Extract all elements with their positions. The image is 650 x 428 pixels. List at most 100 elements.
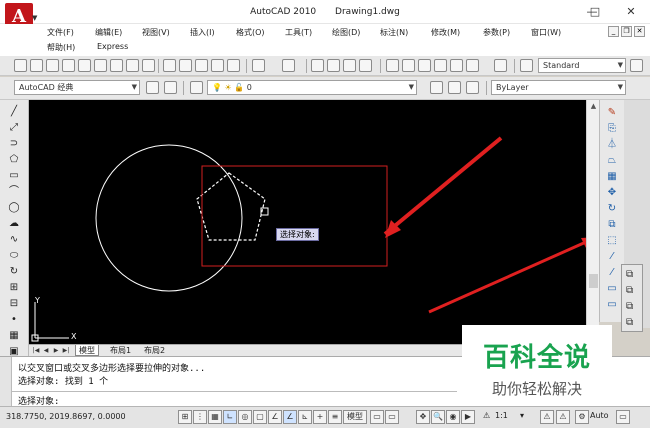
doc-restore-button[interactable]: ❐ — [621, 26, 632, 37]
help-icon[interactable] — [494, 59, 507, 72]
dim-style-icon[interactable] — [630, 59, 643, 72]
drawn-circle[interactable] — [95, 144, 243, 292]
erase-icon[interactable]: ✎ — [605, 106, 619, 120]
lineweight-icon[interactable]: ≡ — [328, 410, 342, 424]
annotation-scale-value[interactable]: 1:1 — [495, 411, 508, 420]
command-input[interactable]: 选择对象: — [12, 391, 457, 407]
cut-icon[interactable] — [163, 59, 176, 72]
menu-format[interactable]: 格式(O) — [236, 27, 265, 38]
undo-icon[interactable] — [252, 59, 265, 72]
stretch-icon[interactable]: ⬚ — [605, 234, 619, 248]
mirror-icon[interactable]: ⏃ — [605, 138, 619, 152]
layer-previous-icon[interactable] — [448, 81, 461, 94]
pan-status-icon[interactable]: ✥ — [416, 410, 430, 424]
move-icon[interactable]: ✥ — [605, 186, 619, 200]
offset-icon[interactable]: ⏢ — [605, 154, 619, 168]
plot-preview-icon[interactable] — [78, 59, 91, 72]
revision-cloud-icon[interactable]: ☁ — [8, 218, 20, 230]
ellipse-arc-icon[interactable]: ↻ — [8, 266, 20, 278]
scrollbar-thumb[interactable] — [589, 274, 598, 288]
vertical-scrollbar[interactable]: ▲ — [586, 100, 599, 344]
ellipse-icon[interactable]: ⬭ — [8, 250, 20, 262]
sheet-set-manager-icon[interactable] — [434, 59, 447, 72]
linetype-select[interactable]: ByLayer ▼ — [491, 80, 626, 95]
tab-layout1[interactable]: 布局1 — [107, 345, 134, 356]
tool-palettes-icon[interactable] — [418, 59, 431, 72]
layer-select[interactable]: 💡 ☀ 🔓 0 ▼ — [207, 80, 417, 95]
hatch-icon[interactable]: ▦ — [8, 330, 20, 342]
menu-tools[interactable]: 工具(T) — [285, 27, 312, 38]
close-button[interactable]: ✕ — [613, 0, 649, 24]
last-tab-icon[interactable]: ▶| — [62, 346, 70, 355]
layer-states-icon[interactable] — [466, 81, 479, 94]
annotation-visibility-icon[interactable]: ⚠ — [540, 410, 554, 424]
showmotion-icon[interactable]: ▶ — [461, 410, 475, 424]
bring-front-icon[interactable]: ⧉ — [626, 285, 633, 296]
arc-icon[interactable]: ⌒ — [8, 186, 20, 198]
object-snap-tracking-icon[interactable]: ∠ — [283, 410, 297, 424]
copy-object-icon[interactable]: ⎘ — [605, 122, 619, 136]
workspace-select[interactable]: AutoCAD 经典 ▼ — [14, 80, 140, 95]
maximize-button[interactable]: □ — [577, 0, 613, 24]
block-editor-icon[interactable] — [227, 59, 240, 72]
zoom-window-icon[interactable] — [343, 59, 356, 72]
break-icon[interactable]: ▭ — [605, 282, 619, 296]
design-center-icon[interactable] — [402, 59, 415, 72]
command-window-handle[interactable] — [0, 357, 12, 407]
steering-wheel-icon[interactable]: ◉ — [446, 410, 460, 424]
3d-osnap-icon[interactable]: ∠ — [268, 410, 282, 424]
rectangle-icon[interactable]: ▭ — [8, 170, 20, 182]
polar-tracking-icon[interactable]: ◎ — [238, 410, 252, 424]
menu-help[interactable]: 帮助(H) — [47, 42, 75, 53]
3d-dwf-icon[interactable] — [110, 59, 123, 72]
draw-order-icon[interactable]: ⧉ — [626, 269, 633, 280]
ortho-mode-icon[interactable]: ∟ — [223, 410, 237, 424]
menu-modify[interactable]: 修改(M) — [431, 27, 460, 38]
zoom-realtime-icon[interactable] — [327, 59, 340, 72]
circle-icon[interactable]: ◯ — [8, 202, 20, 214]
point-icon[interactable]: • — [8, 314, 20, 326]
menu-window[interactable]: 窗口(W) — [531, 27, 561, 38]
save-icon[interactable] — [46, 59, 59, 72]
drawing-canvas[interactable]: 选择对象: Y X — [29, 100, 599, 344]
workspace-toggle-icon[interactable] — [164, 81, 177, 94]
infer-constraints-icon[interactable]: ⊞ — [178, 410, 192, 424]
tab-layout2[interactable]: 布局2 — [141, 345, 168, 356]
trim-icon[interactable]: ⁄ — [605, 250, 619, 264]
menu-parametric[interactable]: 参数(P) — [483, 27, 510, 38]
menu-edit[interactable]: 编辑(E) — [95, 27, 122, 38]
redo-icon[interactable] — [282, 59, 295, 72]
layer-properties-icon[interactable] — [190, 81, 203, 94]
zoom-previous-icon[interactable] — [359, 59, 372, 72]
extend-icon[interactable]: ⁄ — [605, 266, 619, 280]
array-icon[interactable]: ▦ — [605, 170, 619, 184]
markup-icon[interactable] — [450, 59, 463, 72]
dynamic-input-icon[interactable]: + — [313, 410, 327, 424]
coordinate-readout[interactable]: 318.7750, 2019.8697, 0.0000 — [6, 412, 126, 421]
polyline-icon[interactable]: ⊃ — [8, 138, 20, 150]
auto-label[interactable]: Auto — [590, 411, 609, 420]
match-properties-icon[interactable] — [211, 59, 224, 72]
dynamic-ucs-icon[interactable]: ⊾ — [298, 410, 312, 424]
properties-icon[interactable] — [386, 59, 399, 72]
auto-scale-icon[interactable]: ⚠ — [556, 410, 570, 424]
menu-insert[interactable]: 插入(I) — [190, 27, 215, 38]
menu-dimension[interactable]: 标注(N) — [380, 27, 408, 38]
clean-screen-icon[interactable]: ▭ — [616, 410, 630, 424]
sheet-set-icon[interactable] — [142, 59, 155, 72]
etransmit-icon[interactable] — [126, 59, 139, 72]
scale-icon[interactable]: ⧉ — [605, 218, 619, 232]
insert-block-icon[interactable]: ⊞ — [8, 282, 20, 294]
doc-close-button[interactable]: ✕ — [634, 26, 645, 37]
make-block-icon[interactable]: ⊟ — [8, 298, 20, 310]
menu-view[interactable]: 视图(V) — [142, 27, 170, 38]
next-tab-icon[interactable]: ▶ — [52, 346, 60, 355]
menu-express[interactable]: Express — [97, 42, 128, 51]
menu-file[interactable]: 文件(F) — [47, 27, 74, 38]
scroll-up-icon[interactable]: ▲ — [588, 101, 599, 112]
snap-mode-icon[interactable]: ⋮ — [193, 410, 207, 424]
paste-icon[interactable] — [195, 59, 208, 72]
first-tab-icon[interactable]: |◀ — [32, 346, 40, 355]
line-icon[interactable]: ╱ — [8, 106, 20, 118]
publish-icon[interactable] — [94, 59, 107, 72]
